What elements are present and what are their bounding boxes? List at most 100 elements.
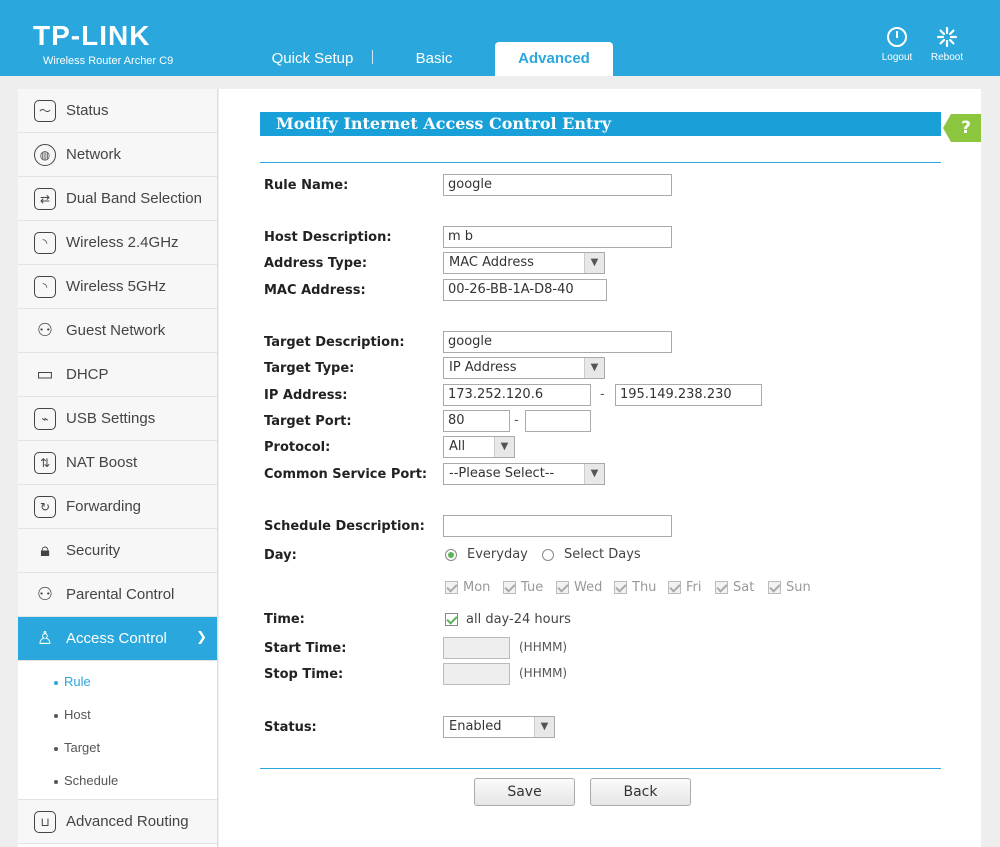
submenu-item-host[interactable]: Host (18, 698, 217, 731)
sidebar-item-nat-boost[interactable]: ⇅ NAT Boost (18, 441, 217, 485)
logout-button[interactable]: Logout (872, 26, 922, 63)
target-description-input[interactable]: google (443, 331, 672, 353)
sidebar-item-label: DHCP (66, 366, 109, 383)
chevron-down-icon: ▼ (584, 253, 604, 273)
status-label: Status: (264, 720, 317, 735)
day-name: Wed (574, 580, 603, 595)
protocol-select[interactable]: All ▼ (443, 436, 515, 458)
day-name: Mon (463, 580, 491, 595)
save-button[interactable]: Save (474, 778, 575, 806)
checkbox-icon (556, 581, 569, 594)
tab-advanced[interactable]: Advanced (495, 42, 613, 76)
checkbox-icon (614, 581, 627, 594)
bullet-icon (54, 779, 58, 784)
schedule-description-input[interactable] (443, 515, 672, 537)
swap-icon: ⇄ (34, 187, 56, 210)
port-end-input[interactable] (525, 410, 591, 432)
day-checkbox-sat[interactable]: Sat (715, 580, 754, 595)
back-button[interactable]: Back (590, 778, 691, 806)
sidebar-item-label: Advanced Routing (66, 813, 189, 830)
sidebar-item-network[interactable]: ◍ Network (18, 133, 217, 177)
sidebar-item-label: Wireless 5GHz (66, 278, 167, 295)
chevron-down-icon: ▼ (584, 464, 604, 484)
day-checkbox-mon[interactable]: Mon (445, 580, 490, 595)
checkbox-checked-icon (445, 613, 458, 626)
day-checkbox-wed[interactable]: Wed (556, 580, 602, 595)
ip-range-separator: - (600, 387, 605, 402)
sidebar-item-access-control[interactable]: ♙ Access Control ❯ (18, 617, 217, 661)
time-label: Time: (264, 612, 305, 627)
day-checkbox-sun[interactable]: Sun (768, 580, 811, 595)
target-description-label: Target Description: (264, 335, 405, 350)
common-service-port-select[interactable]: --Please Select-- ▼ (443, 463, 605, 485)
all-day-label: all day-24 hours (466, 612, 571, 627)
reboot-button[interactable]: Reboot (922, 26, 972, 63)
day-checkbox-thu[interactable]: Thu (614, 580, 656, 595)
day-name: Fri (686, 580, 702, 595)
submenu-label: Schedule (64, 773, 119, 788)
day-checkbox-tue[interactable]: Tue (503, 580, 543, 595)
submenu-label: Target (64, 740, 101, 755)
logout-label: Logout (881, 52, 913, 63)
mac-address-input[interactable]: 00-26-BB-1A-D8-40 (443, 279, 607, 301)
radio-selected-icon (445, 548, 457, 561)
chevron-down-icon: ▼ (584, 358, 604, 378)
sidebar-item-label: Security (66, 542, 121, 559)
submenu-item-schedule[interactable]: Schedule (18, 764, 217, 797)
sidebar-item-label: Guest Network (66, 322, 166, 339)
day-checkbox-fri[interactable]: Fri (668, 580, 702, 595)
submenu-item-target[interactable]: Target (18, 731, 217, 764)
ip-start-input[interactable]: 173.252.120.6 (443, 384, 591, 406)
port-start-input[interactable]: 80 (443, 410, 510, 432)
chevron-down-icon: ❯ (196, 630, 207, 645)
target-type-label: Target Type: (264, 361, 355, 376)
sidebar-item-security[interactable]: 🔒︎ Security (18, 529, 217, 573)
host-description-input[interactable]: m b (443, 226, 672, 248)
address-type-select[interactable]: MAC Address ▼ (443, 252, 605, 274)
status-icon: 〜 (34, 99, 56, 122)
status-select[interactable]: Enabled ▼ (443, 716, 555, 738)
sidebar-item-parental-control[interactable]: ⚇ Parental Control (18, 573, 217, 617)
target-type-select[interactable]: IP Address ▼ (443, 357, 605, 379)
mac-address-label: MAC Address: (264, 283, 366, 298)
sidebar-item-guest-network[interactable]: ⚇ Guest Network (18, 309, 217, 353)
ip-end-input[interactable]: 195.149.238.230 (615, 384, 762, 406)
day-label: Day: (264, 548, 297, 563)
page-title: Modify Internet Access Control Entry (260, 112, 941, 136)
tab-quick-setup[interactable]: Quick Setup (255, 42, 370, 76)
sidebar-item-label: Dual Band Selection (66, 190, 202, 207)
tp-link-logo: TP-LINK (33, 20, 151, 51)
rule-name-input[interactable]: google (443, 174, 672, 196)
all-day-checkbox[interactable]: all day-24 hours (445, 612, 571, 627)
sidebar-item-wireless-24[interactable]: ◝ Wireless 2.4GHz (18, 221, 217, 265)
checkbox-icon (503, 581, 516, 594)
sidebar-item-advanced-routing[interactable]: ⊔ Advanced Routing (18, 800, 217, 844)
usb-icon: ⌁ (34, 407, 56, 430)
submenu-item-rule[interactable]: Rule (18, 665, 217, 698)
sidebar-item-wireless-5[interactable]: ◝ Wireless 5GHz (18, 265, 217, 309)
divider (260, 162, 941, 163)
checkbox-icon (445, 581, 458, 594)
target-type-value: IP Address (449, 360, 517, 375)
sidebar-item-dual-band[interactable]: ⇄ Dual Band Selection (18, 177, 217, 221)
sidebar-item-status[interactable]: 〜 Status (18, 89, 217, 133)
sidebar-item-forwarding[interactable]: ↻ Forwarding (18, 485, 217, 529)
checkbox-icon (768, 581, 781, 594)
sidebar-item-usb-settings[interactable]: ⌁ USB Settings (18, 397, 217, 441)
day-name: Tue (521, 580, 544, 595)
protocol-value: All (449, 439, 466, 454)
help-button[interactable]: ? (943, 114, 981, 142)
start-time-input[interactable] (443, 637, 510, 659)
sidebar-item-label: Forwarding (66, 498, 142, 515)
lock-icon: 🔒︎ (40, 540, 50, 561)
stop-time-input[interactable] (443, 663, 510, 685)
day-name: Thu (632, 580, 657, 595)
family-icon: ⚇ (36, 584, 54, 605)
common-service-port-label: Common Service Port: (264, 467, 428, 482)
rule-name-label: Rule Name: (264, 178, 349, 193)
day-select-days-radio[interactable]: Select Days (542, 547, 641, 562)
day-everyday-radio[interactable]: Everyday (445, 547, 528, 562)
chevron-down-icon: ▼ (494, 437, 514, 457)
sidebar-item-dhcp[interactable]: ▭ DHCP (18, 353, 217, 397)
tab-basic[interactable]: Basic (378, 42, 490, 76)
